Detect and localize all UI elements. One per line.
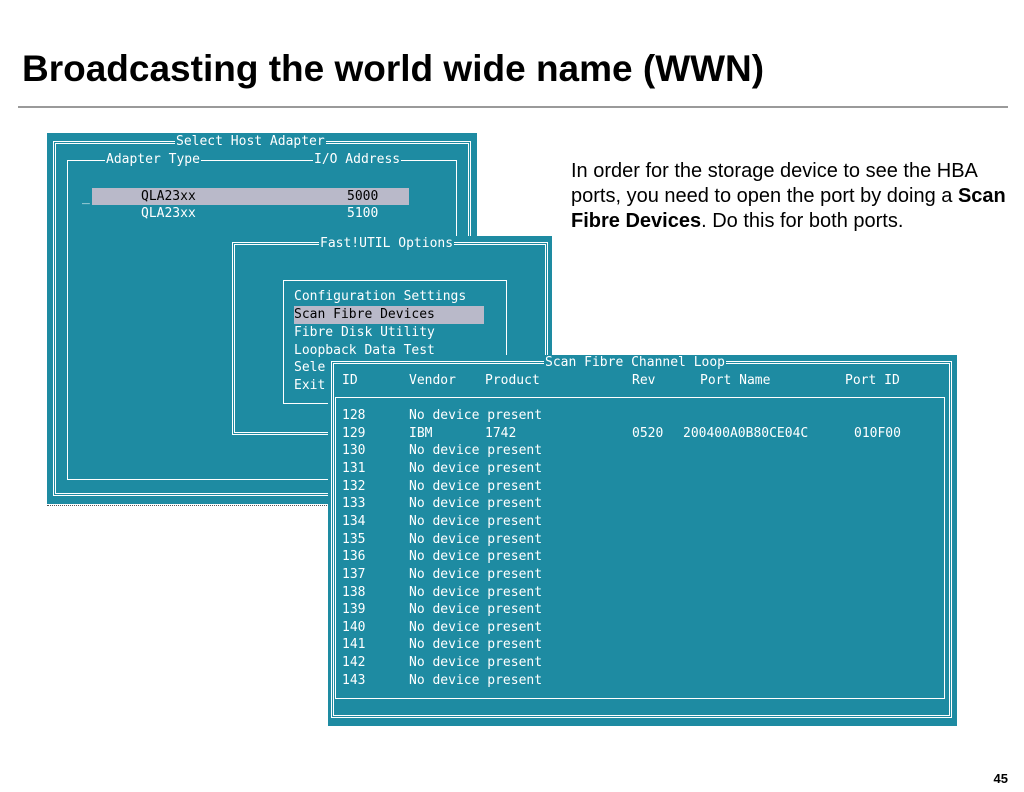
device-vendor: IBM xyxy=(409,425,433,441)
device-id: 143 xyxy=(342,672,366,688)
page-number: 45 xyxy=(993,771,1008,786)
adapter-io-address: 5000 xyxy=(347,189,379,204)
device-vendor: No device present xyxy=(409,584,543,600)
device-vendor: No device present xyxy=(409,637,543,653)
menu-item-exit[interactable]: Exit xyxy=(294,377,325,395)
scan-loop-title: Scan Fibre Channel Loop xyxy=(544,355,727,370)
device-vendor: No device present xyxy=(409,443,543,459)
device-row[interactable]: 128 No device present xyxy=(328,407,928,424)
device-row[interactable]: 142 No device present xyxy=(328,654,928,671)
slide-title: Broadcasting the world wide name (WWN) xyxy=(22,48,765,89)
device-vendor: No device present xyxy=(409,655,543,671)
device-vendor: No device present xyxy=(409,549,543,565)
device-vendor: No device present xyxy=(409,672,543,688)
adapter-type: QLA23xx xyxy=(141,206,196,221)
description-part-1: In order for the storage device to see t… xyxy=(571,160,977,207)
device-id: 138 xyxy=(342,584,366,600)
header-rev: Rev xyxy=(632,373,656,388)
device-port-name: 200400A0B80CE04C xyxy=(683,425,809,441)
menu-item-configuration-settings[interactable]: Configuration Settings xyxy=(294,288,466,306)
adapter-io-address: 5100 xyxy=(347,206,379,221)
device-vendor: No device present xyxy=(409,408,543,423)
device-vendor: No device present xyxy=(409,602,543,618)
header-port-name: Port Name xyxy=(700,373,771,388)
device-id: 129 xyxy=(342,425,366,441)
device-id: 141 xyxy=(342,637,366,653)
description-part-2: . Do this for both ports. xyxy=(701,210,904,232)
header-product: Product xyxy=(485,373,540,388)
device-vendor: No device present xyxy=(409,496,543,512)
device-vendor: No device present xyxy=(409,460,543,476)
device-id: 128 xyxy=(342,408,366,423)
device-id: 130 xyxy=(342,443,366,459)
device-id: 142 xyxy=(342,655,366,671)
menu-item-scan-fibre-devices[interactable]: Scan Fibre Devices xyxy=(294,306,484,324)
device-row[interactable]: 132 No device present xyxy=(328,478,928,495)
header-vendor: Vendor xyxy=(409,373,456,388)
title-divider xyxy=(18,106,1008,108)
device-row[interactable]: 136 No device present xyxy=(328,548,928,565)
device-id: 133 xyxy=(342,496,366,512)
device-vendor: No device present xyxy=(409,478,543,494)
adapter-type-header: Adapter Type xyxy=(105,152,201,167)
menu-item-fibre-disk-utility[interactable]: Fibre Disk Utility xyxy=(294,324,435,342)
device-row[interactable]: 134 No device present xyxy=(328,513,928,530)
header-port-id: Port ID xyxy=(845,373,900,388)
device-id: 140 xyxy=(342,619,366,635)
device-id: 137 xyxy=(342,566,366,582)
header-id: ID xyxy=(342,373,358,388)
device-id: 135 xyxy=(342,531,366,547)
device-row[interactable]: 133 No device present xyxy=(328,495,928,512)
device-row[interactable]: 140 No device present xyxy=(328,619,928,636)
device-row[interactable]: 138 No device present xyxy=(328,584,928,601)
io-address-header: I/O Address xyxy=(313,152,402,167)
device-row[interactable]: 137 No device present xyxy=(328,566,928,583)
device-row[interactable]: 135 No device present xyxy=(328,531,928,548)
scan-fibre-channel-loop-screen: Scan Fibre Channel Loop ID Vendor Produc… xyxy=(328,355,957,726)
device-product: 1742 xyxy=(485,425,517,441)
device-row[interactable]: 131 No device present xyxy=(328,460,928,477)
device-id: 139 xyxy=(342,602,366,618)
adapter-type: QLA23xx xyxy=(141,189,196,204)
fastutil-options-title: Fast!UTIL Options xyxy=(319,236,455,251)
description-text: In order for the storage device to see t… xyxy=(571,159,1011,234)
device-id: 134 xyxy=(342,513,366,529)
device-row[interactable]: 143 No device present xyxy=(328,672,928,689)
device-vendor: No device present xyxy=(409,566,543,582)
device-port-id: 010F00 xyxy=(854,425,901,441)
device-rev: 0520 xyxy=(632,425,664,441)
menu-item-select[interactable]: Sele xyxy=(294,359,325,377)
adapter-row[interactable]: QLA23xx 5000 xyxy=(92,188,409,205)
device-vendor: No device present xyxy=(409,513,543,529)
adapter-row[interactable]: QLA23xx 5100 xyxy=(92,205,409,222)
device-vendor: No device present xyxy=(409,619,543,635)
cursor: _ xyxy=(82,190,90,205)
device-row[interactable]: 129 IBM 1742 0520 200400A0B80CE04C 010F00 xyxy=(328,425,928,442)
device-row[interactable]: 141 No device present xyxy=(328,636,928,653)
device-id: 131 xyxy=(342,460,366,476)
device-id: 136 xyxy=(342,549,366,565)
select-host-adapter-title: Select Host Adapter xyxy=(175,134,326,149)
device-vendor: No device present xyxy=(409,531,543,547)
device-row[interactable]: 130 No device present xyxy=(328,442,928,459)
device-row[interactable]: 139 No device present xyxy=(328,601,928,618)
device-id: 132 xyxy=(342,478,366,494)
